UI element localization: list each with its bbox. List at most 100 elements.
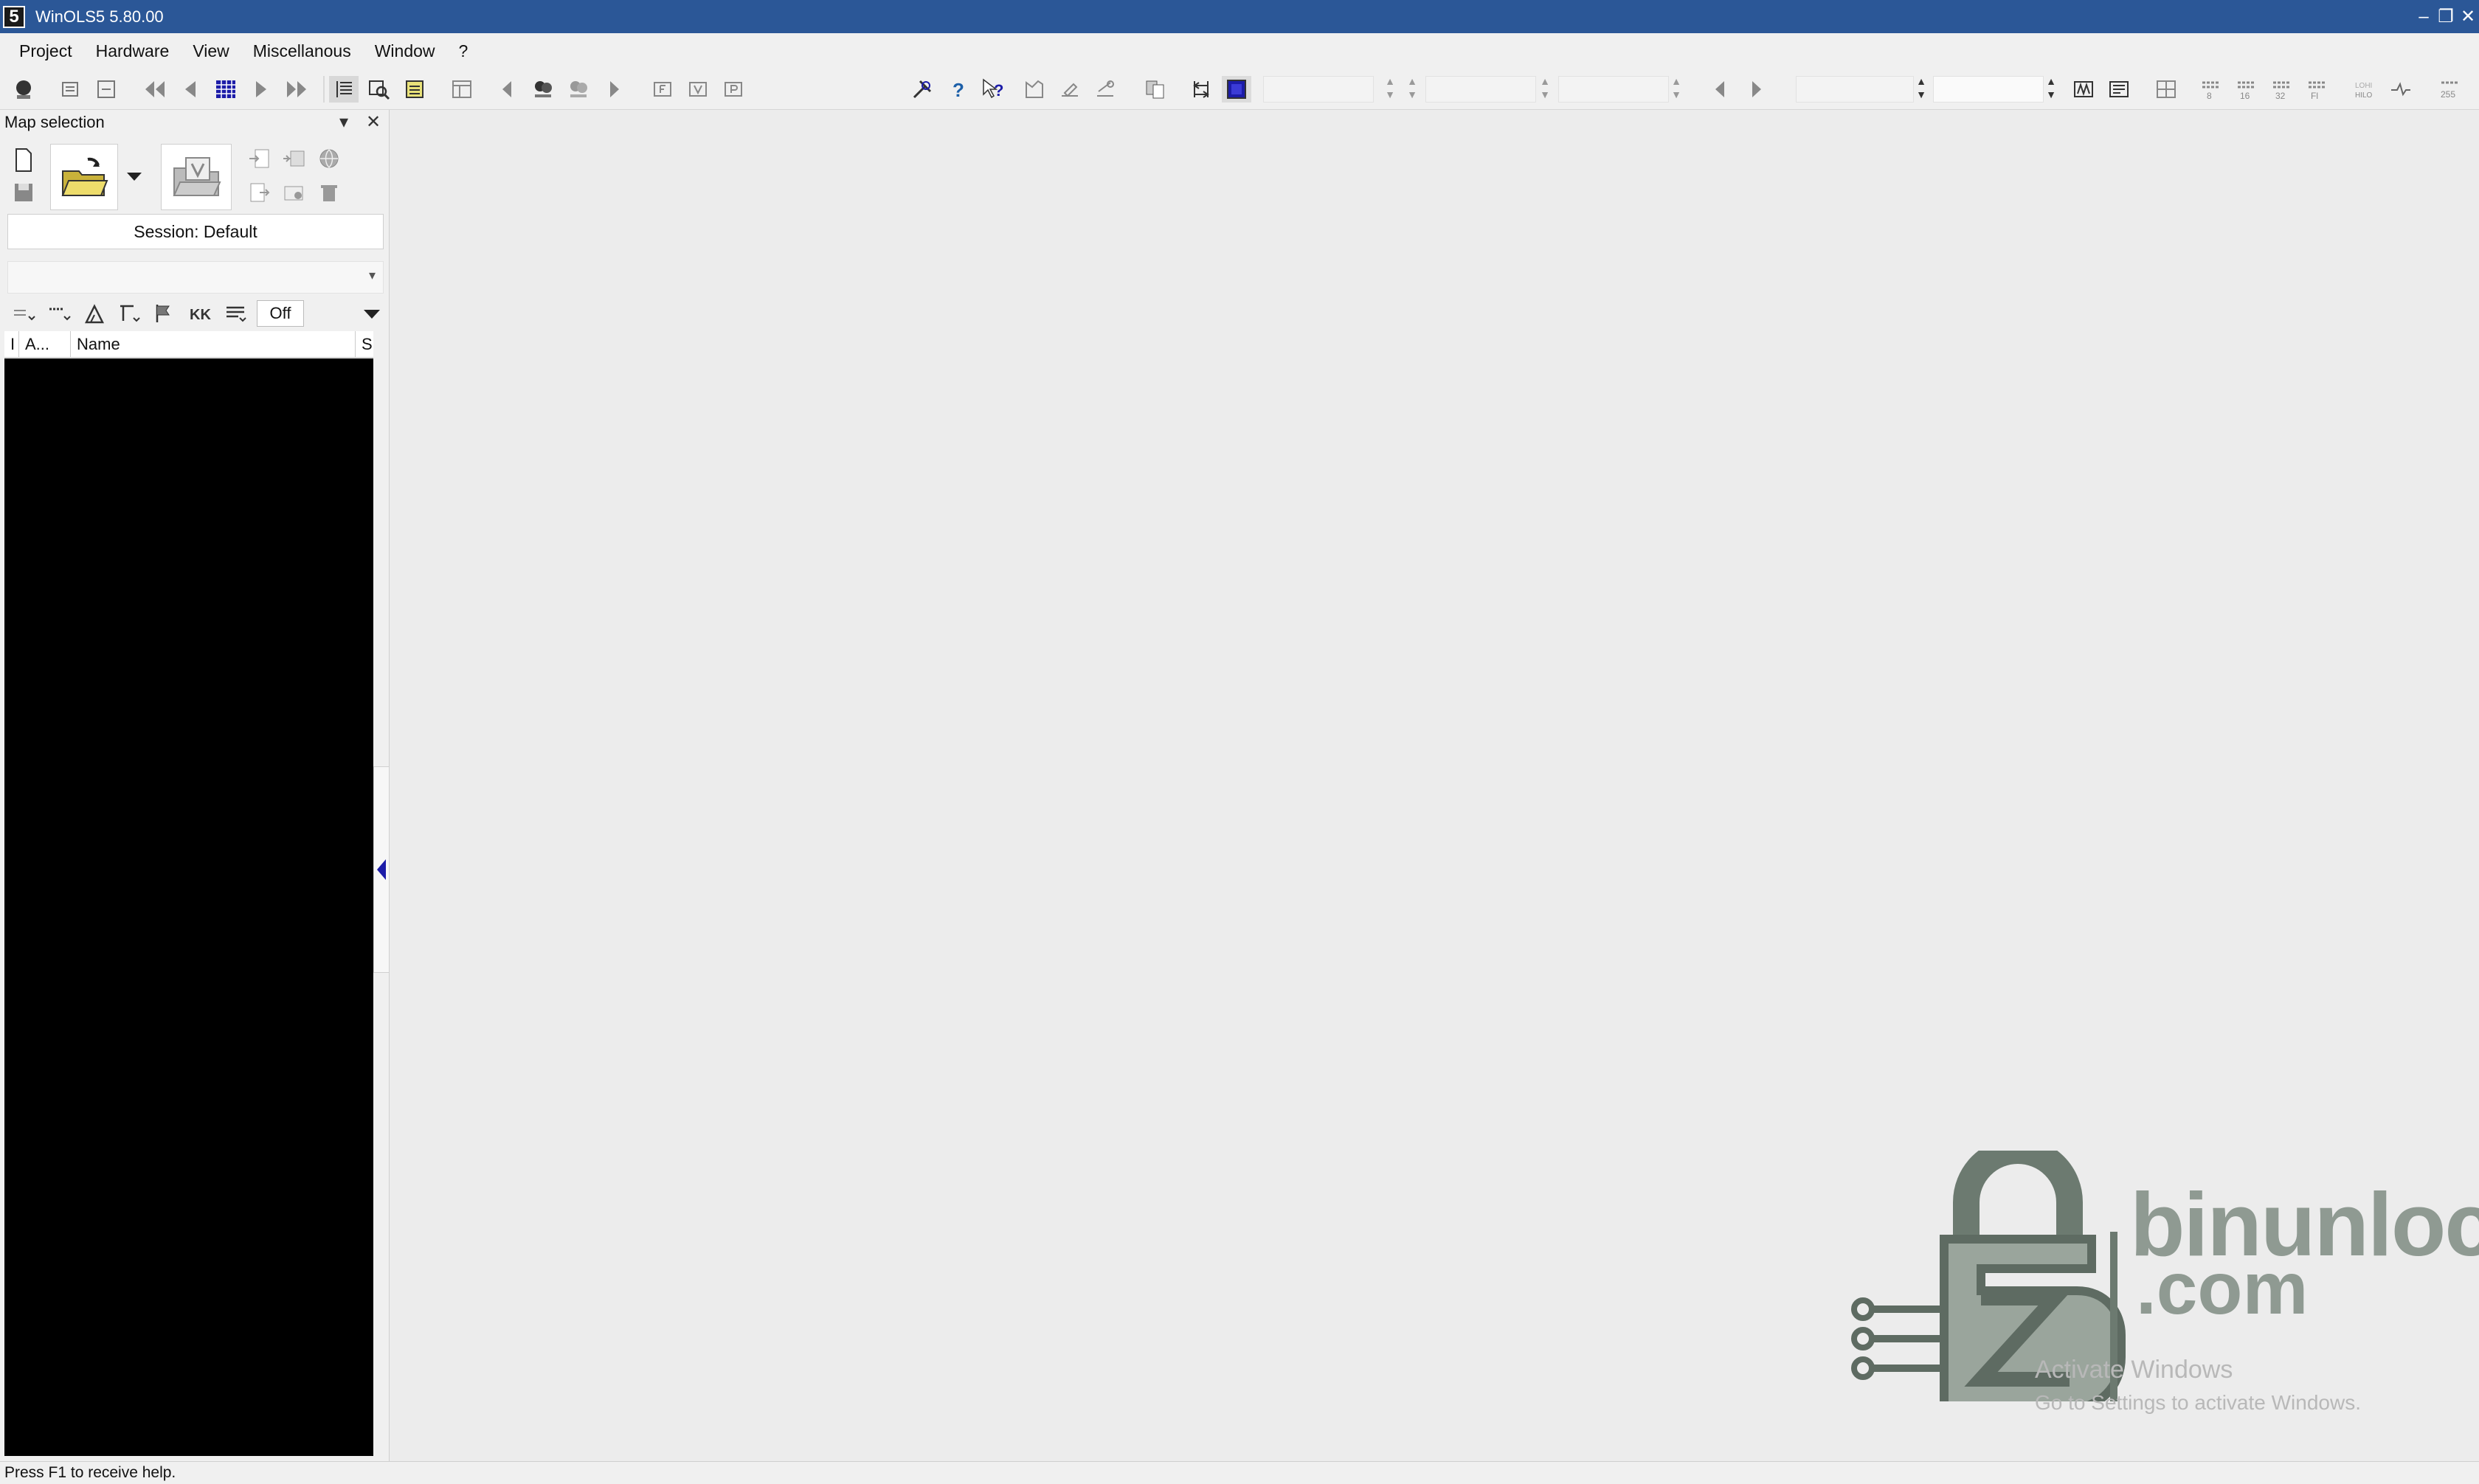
restore-button[interactable]: ❐ xyxy=(2435,0,2457,33)
lohi-icon[interactable]: LOHI HILO xyxy=(2351,76,2380,103)
export-map-icon[interactable] xyxy=(243,178,276,207)
network-send-icon[interactable] xyxy=(564,76,593,103)
p-box-icon[interactable] xyxy=(719,76,748,103)
menu-project[interactable]: Project xyxy=(7,41,84,61)
column-indicator[interactable]: I xyxy=(4,331,19,358)
filter-dropdown-icon[interactable] xyxy=(356,300,388,327)
value-input-3[interactable] xyxy=(1558,76,1669,103)
sign-icon[interactable] xyxy=(2386,76,2416,103)
window-layout-icon[interactable] xyxy=(447,76,477,103)
delta-icon[interactable] xyxy=(78,300,111,327)
menu-window[interactable]: Window xyxy=(363,41,447,61)
off-toggle-button[interactable]: Off xyxy=(257,300,304,327)
close-button[interactable]: ✕ xyxy=(2457,0,2479,33)
sort-icon[interactable] xyxy=(7,300,40,327)
spinner-5[interactable]: ▲ ▼ xyxy=(1914,74,1929,104)
grid-icon[interactable] xyxy=(2151,76,2181,103)
minimize-button[interactable]: – xyxy=(2413,0,2435,33)
back-arrow-icon[interactable] xyxy=(493,76,522,103)
spinner-1[interactable]: ▲ ▼ xyxy=(1383,74,1397,104)
status-text: Press F1 to receive help. xyxy=(4,1464,176,1481)
flag-icon[interactable] xyxy=(149,300,181,327)
value-input-2[interactable] xyxy=(1425,76,1536,103)
list-view-icon[interactable] xyxy=(329,76,359,103)
column-size[interactable]: S xyxy=(356,331,373,358)
spinner-4[interactable]: ▲ ▼ xyxy=(1669,74,1684,104)
panel-menu-icon[interactable]: ▾ xyxy=(339,111,348,133)
menu-miscellanous[interactable]: Miscellanous xyxy=(241,41,363,61)
panel-close-icon[interactable]: ✕ xyxy=(366,111,381,133)
context-help-icon[interactable]: ? xyxy=(978,76,1008,103)
map-list[interactable] xyxy=(4,358,373,1456)
window-title: WinOLS5 5.80.00 xyxy=(35,7,164,26)
add-map-icon[interactable] xyxy=(277,144,310,173)
svg-text:16: 16 xyxy=(2240,91,2250,101)
next-icon[interactable] xyxy=(246,76,276,103)
8bit-icon[interactable]: 8 xyxy=(2196,76,2225,103)
f-box-icon[interactable] xyxy=(648,76,677,103)
globe-icon[interactable] xyxy=(313,144,345,173)
search-icon[interactable] xyxy=(364,76,394,103)
export-icon[interactable] xyxy=(91,76,121,103)
first-icon[interactable] xyxy=(140,76,170,103)
menu-help[interactable]: ? xyxy=(447,41,480,61)
watermark-text-domain: .com xyxy=(2136,1247,2309,1330)
save-icon[interactable] xyxy=(7,178,40,207)
list-options-icon[interactable] xyxy=(220,300,252,327)
import-map-icon[interactable] xyxy=(243,144,276,173)
map-icon[interactable] xyxy=(1020,76,1049,103)
spinner-2[interactable]: ▲ ▼ xyxy=(1405,74,1420,104)
tools-icon[interactable] xyxy=(907,76,937,103)
open-version-button[interactable] xyxy=(161,144,232,210)
open-project-button[interactable] xyxy=(50,144,118,210)
hardware-icon[interactable] xyxy=(9,76,38,103)
svg-text:KK: KK xyxy=(190,307,211,323)
svg-text:?: ? xyxy=(994,81,1003,100)
network-icon[interactable] xyxy=(528,76,558,103)
address-input[interactable] xyxy=(1796,76,1914,103)
previous-icon[interactable] xyxy=(176,76,205,103)
forward-arrow-icon[interactable] xyxy=(599,76,629,103)
document-icon[interactable] xyxy=(400,76,429,103)
session-button[interactable]: Session: Default xyxy=(7,214,384,249)
hex-view-icon[interactable] xyxy=(2069,76,2098,103)
axis-icon[interactable] xyxy=(114,300,146,327)
kk-icon[interactable]: KK xyxy=(184,300,217,327)
column-address[interactable]: A... xyxy=(19,331,71,358)
spinner-6[interactable]: ▲ ▼ xyxy=(2044,74,2058,104)
dimension-icon[interactable] xyxy=(43,300,75,327)
import-icon[interactable] xyxy=(56,76,86,103)
text-view-icon[interactable] xyxy=(2104,76,2134,103)
column-name[interactable]: Name xyxy=(71,331,356,358)
open-dropdown-icon[interactable] xyxy=(120,162,149,191)
back-icon[interactable] xyxy=(1706,76,1735,103)
tool-map-icon[interactable] xyxy=(1090,76,1120,103)
delete-icon[interactable] xyxy=(313,178,345,207)
color-mode-icon[interactable] xyxy=(1222,76,1251,103)
combo-arrow-icon: ▾ xyxy=(368,268,376,282)
decimal-255-icon[interactable]: 255 xyxy=(2435,76,2464,103)
map-filter-combo[interactable]: ▾ xyxy=(7,261,384,294)
app-logo-icon: 5 xyxy=(3,5,25,28)
menu-hardware[interactable]: Hardware xyxy=(84,41,181,61)
swap-icon[interactable] xyxy=(1186,76,1216,103)
offset-input[interactable] xyxy=(1933,76,2044,103)
menu-view[interactable]: View xyxy=(181,41,241,61)
forward-icon[interactable] xyxy=(1741,76,1771,103)
value-input-1[interactable] xyxy=(1263,76,1374,103)
table-view-icon[interactable] xyxy=(211,76,241,103)
help-icon[interactable]: ? xyxy=(943,76,972,103)
collapse-panel-handle[interactable] xyxy=(373,766,390,973)
32bit-icon[interactable]: 32 xyxy=(2267,76,2296,103)
compare-icon[interactable] xyxy=(1141,76,1170,103)
16bit-icon[interactable]: 16 xyxy=(2231,76,2261,103)
v-box-icon[interactable] xyxy=(683,76,713,103)
new-file-icon[interactable] xyxy=(7,145,40,175)
float-icon[interactable]: Fl xyxy=(2302,76,2331,103)
last-icon[interactable] xyxy=(282,76,311,103)
spinner-3[interactable]: ▲ ▼ xyxy=(1538,74,1552,104)
svg-text:32: 32 xyxy=(2275,91,2286,101)
main-toolbar: ? ? ▲ ▼ ▲ ▼ ▲ ▼ ▲ ▼ ▲ ▼ ▲ ▼ 8 16 32 Fl L… xyxy=(0,69,2479,110)
edit-map-icon[interactable] xyxy=(1055,76,1085,103)
properties-icon[interactable] xyxy=(277,178,310,207)
